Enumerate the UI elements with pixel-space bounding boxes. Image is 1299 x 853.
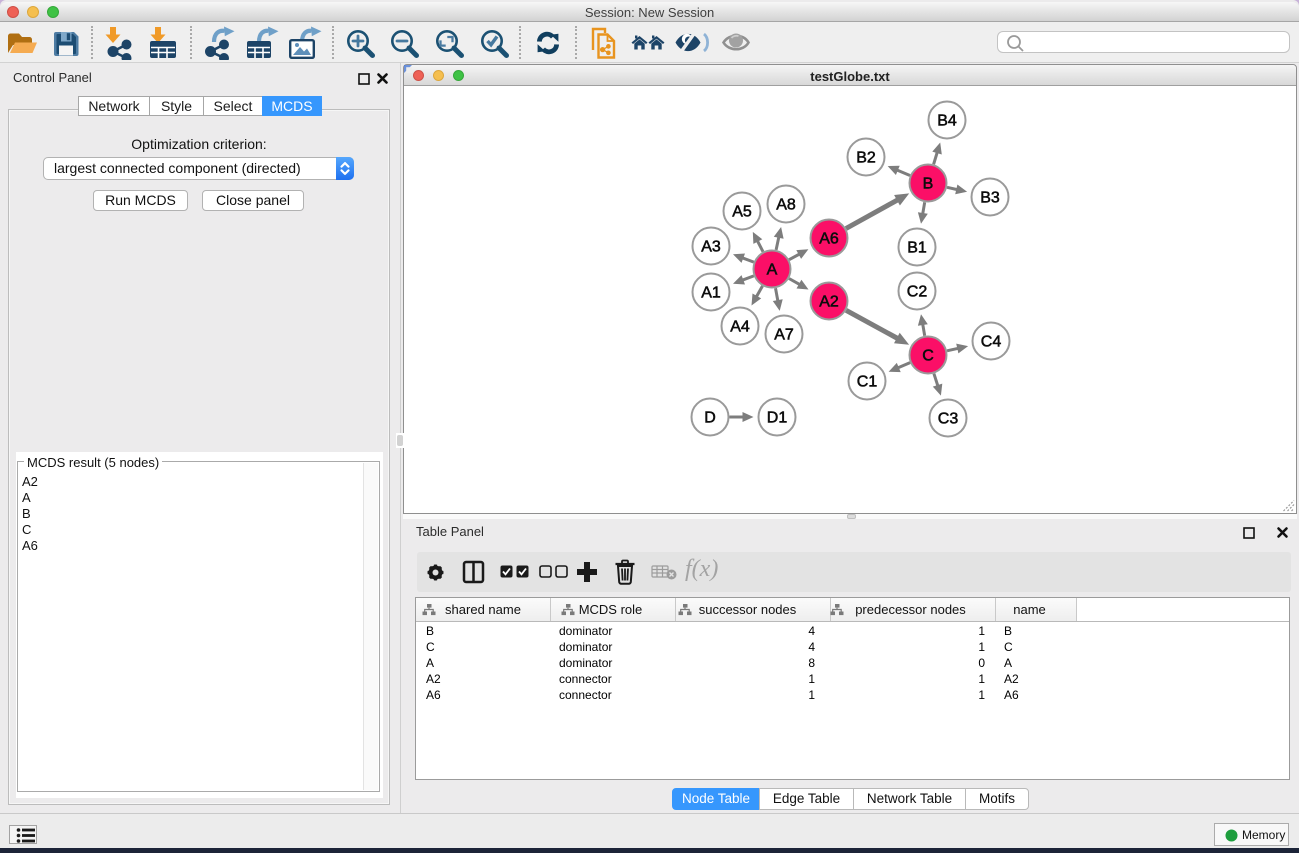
- svg-text:A1: A1: [701, 285, 721, 302]
- svg-text:A7: A7: [774, 327, 794, 344]
- svg-text:A8: A8: [776, 197, 796, 214]
- svg-text:C2: C2: [907, 284, 928, 301]
- svg-text:D: D: [704, 410, 716, 427]
- svg-text:C1: C1: [857, 374, 878, 391]
- svg-text:A4: A4: [730, 319, 750, 336]
- svg-text:A: A: [767, 262, 778, 279]
- svg-text:B3: B3: [980, 190, 1000, 207]
- svg-text:D1: D1: [767, 410, 788, 427]
- svg-text:A2: A2: [819, 294, 839, 311]
- svg-text:A3: A3: [701, 239, 721, 256]
- svg-text:B1: B1: [907, 240, 927, 257]
- svg-text:C: C: [922, 348, 934, 365]
- svg-text:C4: C4: [981, 334, 1002, 351]
- svg-text:A5: A5: [732, 204, 752, 221]
- svg-text:B2: B2: [856, 150, 876, 167]
- svg-text:B4: B4: [937, 113, 957, 130]
- svg-text:C3: C3: [938, 411, 959, 428]
- svg-text:B: B: [923, 176, 934, 193]
- svg-text:A6: A6: [819, 231, 839, 248]
